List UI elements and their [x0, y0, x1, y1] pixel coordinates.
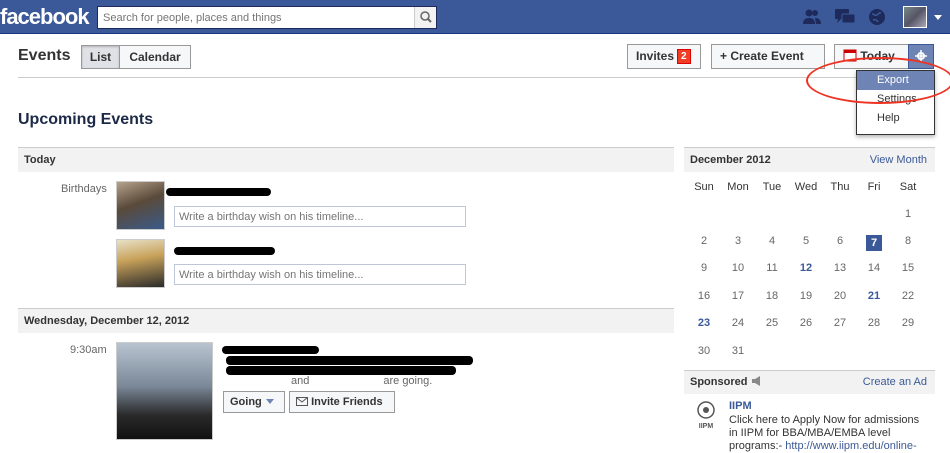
event-time: 9:30am: [70, 344, 107, 356]
iipm-seal-icon: [697, 401, 715, 419]
birthdays-label: Birthdays: [61, 183, 107, 195]
create-ad-link[interactable]: Create an Ad: [863, 371, 927, 394]
create-event-button[interactable]: + Create Event: [711, 44, 825, 69]
page-title: Events: [18, 47, 71, 64]
calendar-day[interactable]: 24: [721, 317, 755, 329]
chevron-down-icon: [265, 399, 274, 404]
redacted-event-details: [226, 366, 456, 375]
view-month-link[interactable]: View Month: [870, 148, 927, 172]
weekday-label: Sun: [694, 181, 714, 193]
calendar-day[interactable]: 27: [823, 317, 857, 329]
weekday-label: Fri: [867, 181, 881, 193]
going-rsvp-dropdown[interactable]: Going: [223, 391, 285, 413]
ad-title[interactable]: IIPM: [729, 400, 752, 412]
profile-avatar[interactable]: [903, 6, 927, 28]
redacted-event-name: [222, 346, 319, 354]
calendar-day[interactable]: 25: [755, 317, 789, 329]
calendar-day[interactable]: 23: [687, 317, 721, 329]
birthday-wish-input[interactable]: [174, 264, 466, 285]
calendar-day[interactable]: 2: [687, 235, 721, 247]
invites-button[interactable]: Invites 2: [627, 44, 701, 69]
calendar-day[interactable]: 1: [891, 208, 925, 220]
list-view-button[interactable]: List: [81, 45, 120, 69]
redacted-name: [174, 247, 275, 255]
messages-icon[interactable]: [834, 8, 856, 26]
ad-body[interactable]: Click here to Apply Now for admissions i…: [729, 414, 929, 453]
megaphone-icon: [751, 376, 760, 386]
birthday-wish-input[interactable]: [174, 206, 466, 227]
weekday-label: Wed: [794, 181, 818, 193]
calendar-day[interactable]: 9: [687, 262, 721, 274]
header-divider: [18, 77, 935, 78]
invites-count-badge: 2: [677, 49, 691, 64]
calendar-day[interactable]: 8: [891, 235, 925, 247]
calendar-day[interactable]: 3: [721, 235, 755, 247]
notifications-globe-icon[interactable]: [868, 8, 886, 26]
calendar-view-button[interactable]: Calendar: [119, 45, 191, 69]
calendar-day[interactable]: 14: [857, 262, 891, 274]
calendar-day[interactable]: 26: [789, 317, 823, 329]
going-label: Going: [230, 396, 262, 408]
weekday-label: Mon: [727, 181, 749, 193]
friend-requests-icon[interactable]: [802, 8, 822, 26]
calendar-month: December 2012: [690, 154, 771, 166]
menu-item-help[interactable]: Help: [857, 109, 934, 128]
calendar-day[interactable]: 16: [687, 290, 721, 302]
calendar-day[interactable]: 11: [755, 262, 789, 274]
search-input[interactable]: [98, 7, 410, 28]
calendar-day[interactable]: 4: [755, 235, 789, 247]
calendar-header: December 2012 View Month: [684, 147, 935, 172]
calendar-day[interactable]: 30: [687, 345, 721, 357]
top-bar: facebook: [0, 0, 950, 34]
calendar-day[interactable]: 18: [755, 290, 789, 302]
friend-photo[interactable]: [116, 239, 165, 288]
envelope-icon: [296, 397, 308, 406]
calendar-day[interactable]: 12: [789, 262, 823, 274]
ad-link[interactable]: http://www.iipm.edu/online-: [785, 440, 916, 452]
facebook-logo[interactable]: facebook: [0, 4, 90, 30]
calendar-day[interactable]: 17: [721, 290, 755, 302]
going-end: are going.: [383, 375, 433, 387]
invites-label: Invites: [636, 49, 675, 63]
sponsored-header: Sponsored Create an Ad: [684, 370, 935, 394]
highlight-circle-annotation: [806, 57, 950, 104]
event-photo[interactable]: [116, 342, 213, 440]
calendar-day[interactable]: 29: [891, 317, 925, 329]
weekday-label: Tue: [762, 181, 782, 193]
date-section-header: Wednesday, December 12, 2012: [18, 308, 674, 333]
account-menu-arrow-icon[interactable]: [934, 15, 942, 20]
calendar-day[interactable]: 10: [721, 262, 755, 274]
invite-friends-label: Invite Friends: [311, 396, 383, 408]
invite-friends-button[interactable]: Invite Friends: [289, 391, 395, 413]
calendar-day[interactable]: 5: [789, 235, 823, 247]
ad-logo-text: IIPM: [698, 423, 714, 430]
calendar-day[interactable]: 19: [789, 290, 823, 302]
sponsored-title: Sponsored: [690, 376, 748, 388]
calendar-day[interactable]: 6: [823, 235, 857, 247]
search-button[interactable]: [414, 7, 436, 28]
redacted-event-details: [226, 356, 473, 365]
calendar-day[interactable]: 28: [857, 317, 891, 329]
weekday-label: Thu: [830, 181, 850, 193]
iipm-logo[interactable]: IIPM: [694, 400, 718, 430]
calendar-day[interactable]: 21: [857, 290, 891, 302]
search-icon: [420, 11, 432, 23]
calendar-day[interactable]: 15: [891, 262, 925, 274]
today-section-header: Today: [18, 147, 674, 172]
today-marker: 7: [866, 235, 882, 251]
upcoming-events-heading: Upcoming Events: [18, 111, 154, 128]
calendar-day[interactable]: 31: [721, 345, 755, 357]
friend-photo[interactable]: [116, 181, 165, 230]
calendar-day[interactable]: 7: [857, 235, 891, 251]
redacted-name: [166, 188, 271, 196]
going-friends-text: and are going.: [223, 375, 432, 387]
calendar-day[interactable]: 20: [823, 290, 857, 302]
calendar-day[interactable]: 13: [823, 262, 857, 274]
weekday-label: Sat: [899, 181, 917, 193]
search-box: [97, 6, 437, 29]
going-and: and: [291, 375, 310, 387]
calendar-day[interactable]: 22: [891, 290, 925, 302]
